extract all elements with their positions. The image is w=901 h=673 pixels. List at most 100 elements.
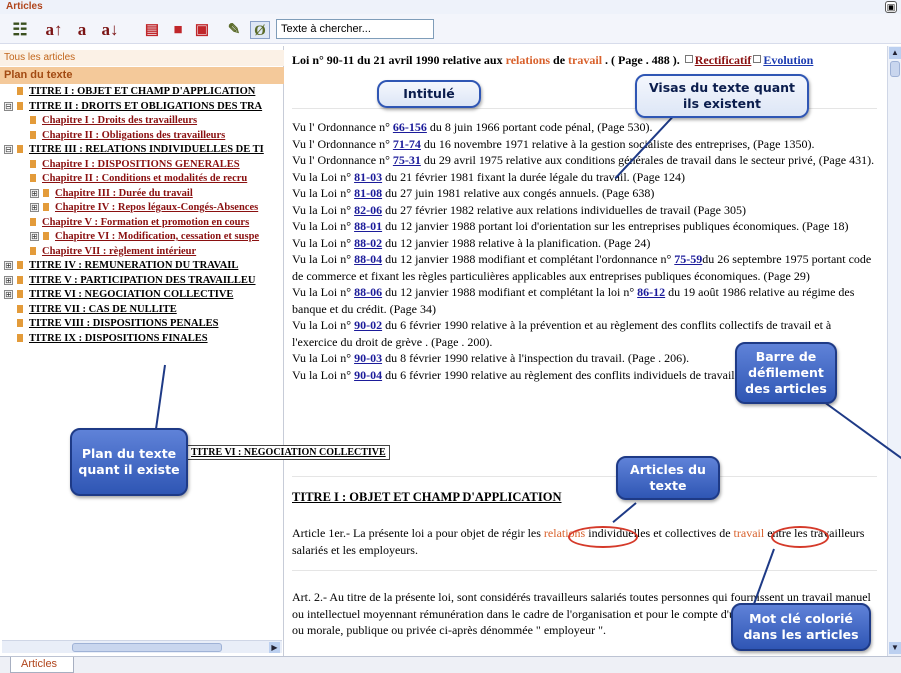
tree-item[interactable]: ⊞ Chapitre VI : Modification, cessation e… xyxy=(30,231,280,244)
heading-text: de xyxy=(550,53,569,67)
expand-icon[interactable]: ⊞ xyxy=(4,261,13,270)
save-icon[interactable]: ■ xyxy=(168,21,188,39)
tree-item[interactable]: ⊞ Chapitre IV : Repos légaux-Congés-Absen… xyxy=(30,202,280,215)
law-reference-link[interactable]: 82-06 xyxy=(354,203,382,217)
tab-plan-du-texte[interactable]: Plan du texte xyxy=(0,67,284,84)
tree-item-label: Chapitre VII : règlement intérieur xyxy=(42,245,197,257)
tree-item[interactable]: Chapitre I : DISPOSITIONS GENERALES xyxy=(30,159,280,172)
collapse-icon[interactable]: ⊟ xyxy=(4,145,13,154)
evolution-link[interactable]: Evolution xyxy=(763,53,813,67)
rectificatif-link[interactable]: Rectificatif xyxy=(695,53,752,67)
visa-text: du 21 février 1981 fixant la durée légal… xyxy=(382,169,685,184)
tab-articles[interactable]: Articles xyxy=(10,657,74,673)
expand-icon[interactable]: ⊞ xyxy=(30,188,39,198)
tree-item[interactable]: ⊞ TITRE IV : REMUNERATION DU TRAVAIL xyxy=(4,260,280,273)
font-normal-button[interactable]: a xyxy=(72,21,92,39)
visa-text: Vu l' Ordonnance n° xyxy=(292,136,393,151)
collapse-icon[interactable]: ▣ xyxy=(885,1,897,13)
vertical-scrollbar[interactable]: ▲ ▼ xyxy=(887,46,901,656)
keyword-circle xyxy=(568,526,638,548)
font-increase-button[interactable]: a↑ xyxy=(44,21,64,39)
law-reference-link[interactable]: 75-31 xyxy=(393,153,421,167)
tree-item-label: Chapitre I : Droits des travailleurs xyxy=(42,115,198,126)
book-icon xyxy=(17,333,23,342)
tree-item[interactable]: ⊞ TITRE V : PARTICIPATION DES TRAVAILLEU xyxy=(4,275,280,288)
bottom-tabbar: Articles xyxy=(0,656,901,673)
tree-item[interactable]: Chapitre V : Formation et promotion en c… xyxy=(30,217,280,230)
tree-item[interactable]: ⊞ TITRE VI : NEGOCIATION COLLECTIVE xyxy=(4,289,280,302)
tree-item[interactable]: TITRE IX : DISPOSITIONS FINALES xyxy=(4,333,280,346)
section-title: TITRE I : OBJET ET CHAMP D'APPLICATION xyxy=(292,490,562,504)
visa-text: du 8 février 1990 relative à l'inspectio… xyxy=(382,351,690,365)
tree-tooltip: TITRE VI : NEGOCIATION COLLECTIVE xyxy=(187,445,390,460)
scroll-right-icon[interactable]: ▶ xyxy=(269,642,280,653)
expand-icon[interactable]: ⊞ xyxy=(4,275,13,285)
law-reference-link[interactable]: 75-59 xyxy=(674,252,702,266)
expand-icon[interactable] xyxy=(753,55,762,63)
tree-item-label: TITRE I : OBJET ET CHAMP D'APPLICATION xyxy=(29,86,256,97)
visa-text: Vu la Loi n° xyxy=(292,285,355,299)
expand-icon[interactable] xyxy=(684,55,693,63)
heading-keyword: travail xyxy=(568,53,603,67)
expand-icon[interactable]: ⊞ xyxy=(4,290,13,299)
book-icon xyxy=(17,319,23,327)
tree-item-label: TITRE IX : DISPOSITIONS FINALES xyxy=(29,332,208,344)
tree-item[interactable]: Chapitre II : Obligations des travailleu… xyxy=(30,130,280,143)
book-icon xyxy=(17,304,23,313)
scroll-down-icon[interactable]: ▼ xyxy=(889,642,901,654)
tree-item[interactable]: TITRE VII : CAS DE NULLITE xyxy=(4,304,280,317)
book-icon xyxy=(17,145,23,153)
outline-icon[interactable]: ☷ xyxy=(10,21,30,39)
tab-all-articles[interactable]: Tous les articles xyxy=(0,50,284,66)
book-icon xyxy=(43,232,49,240)
law-reference-link[interactable]: 71-74 xyxy=(393,137,421,151)
divider xyxy=(292,570,877,571)
visa-text: du 12 janvier 1988 modifiant et compléta… xyxy=(382,252,675,266)
scrollbar-thumb[interactable] xyxy=(890,61,900,77)
law-reference-link[interactable]: 86-12 xyxy=(637,285,665,299)
tree-item-label: Chapitre IV : Repos légaux-Congés-Absenc… xyxy=(55,202,259,213)
law-reference-link[interactable]: 81-08 xyxy=(354,186,382,200)
highlight-icon[interactable]: ✎ xyxy=(224,21,244,39)
book-icon xyxy=(30,159,36,168)
toolbar: ☷ a↑ a a↓ ▤ ■ ▣ ✎ Ø xyxy=(0,14,901,44)
horizontal-scrollbar[interactable]: ▶ xyxy=(2,640,282,653)
law-reference-link[interactable]: 88-01 xyxy=(354,219,382,233)
tree-item[interactable]: Chapitre VII : règlement intérieur xyxy=(30,246,280,259)
export-icon[interactable]: ▣ xyxy=(192,21,212,39)
scroll-up-icon[interactable]: ▲ xyxy=(889,47,901,59)
law-reference-link[interactable]: 90-04 xyxy=(354,368,382,382)
law-reference-link[interactable]: 81-03 xyxy=(354,170,382,184)
law-reference-link[interactable]: 88-02 xyxy=(354,236,382,250)
tree-item[interactable]: Chapitre II : Conditions et modalités de… xyxy=(30,173,280,186)
expand-icon[interactable]: ⊞ xyxy=(30,232,39,241)
font-decrease-button[interactable]: a↓ xyxy=(100,21,120,39)
law-reference-link[interactable]: 88-04 xyxy=(354,252,382,266)
visa-text: Vu la Loi n° xyxy=(292,252,355,266)
collapse-icon[interactable]: ⊟ xyxy=(4,101,13,111)
law-reference-link[interactable]: 88-06 xyxy=(354,285,382,299)
search-mode-icon[interactable]: Ø xyxy=(250,21,270,39)
expand-icon[interactable]: ⊞ xyxy=(30,203,39,212)
tree-item[interactable]: TITRE I : OBJET ET CHAMP D'APPLICATION xyxy=(4,86,280,99)
visa-text: du 27 février 1982 relative aux relation… xyxy=(382,202,746,217)
visa-text: Vu la Loi n° xyxy=(292,169,355,184)
visa-text: du 12 janvier 1988 portant loi d'orienta… xyxy=(382,219,849,233)
scrollbar-thumb[interactable] xyxy=(72,643,222,652)
tree-item[interactable]: ⊞ Chapitre III : Durée du travail xyxy=(30,188,280,201)
tree-item[interactable]: ⊟ TITRE II : DROITS ET OBLIGATIONS DES TR… xyxy=(4,101,280,114)
print-icon[interactable]: ▤ xyxy=(142,21,162,39)
law-reference-link[interactable]: 90-03 xyxy=(354,351,382,365)
law-reference-link[interactable]: 90-02 xyxy=(354,318,382,332)
book-icon xyxy=(17,290,23,298)
visa-text: Vu l' Ordonnance n° xyxy=(292,153,393,167)
tree-item-label: TITRE IV : REMUNERATION DU TRAVAIL xyxy=(29,260,239,271)
visa-line: Vu la Loi n° 88-04 du 12 janvier 1988 mo… xyxy=(292,251,877,284)
book-icon xyxy=(30,217,36,226)
visa-text: du 8 juin 1966 portant code pénal, (Page… xyxy=(426,120,653,134)
search-input[interactable] xyxy=(276,19,434,39)
tree-item[interactable]: TITRE VIII : DISPOSITIONS PENALES xyxy=(4,318,280,331)
law-reference-link[interactable]: 66-156 xyxy=(393,120,427,134)
tree-item[interactable]: ⊟ TITRE III : RELATIONS INDIVIDUELLES DE … xyxy=(4,144,280,157)
tree-item[interactable]: Chapitre I : Droits des travailleurs xyxy=(30,115,280,128)
